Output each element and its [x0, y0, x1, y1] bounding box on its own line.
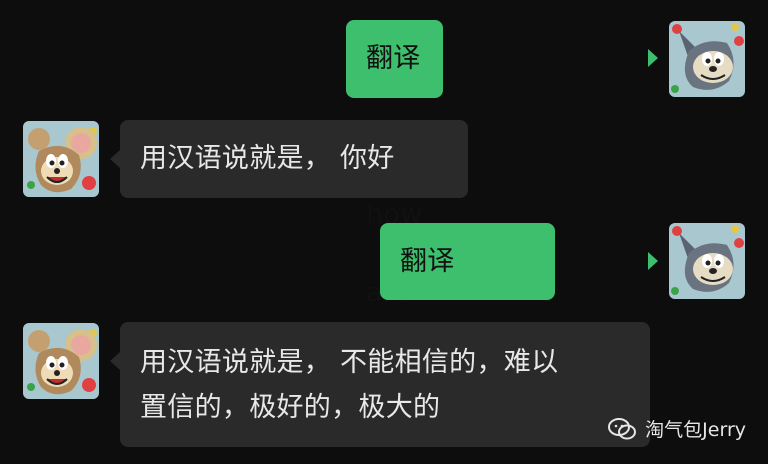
bubble-tail: [110, 150, 120, 168]
message-text: 用汉语说就是， 你好: [140, 143, 395, 174]
command-label: 翻译: [366, 43, 421, 74]
received-message-bubble[interactable]: 用汉语说就是， 不能相信的，难以 置信的，极好的，极大的: [120, 322, 650, 447]
watermark: 淘气包Jerry: [607, 415, 746, 442]
tom-cat-avatar[interactable]: [669, 223, 745, 299]
message-text-line: 置信的，极好的，极大的: [140, 392, 441, 423]
received-message-bubble[interactable]: 用汉语说就是， 你好: [120, 120, 468, 198]
sent-message-bubble[interactable]: 翻译how are you: [346, 20, 443, 386]
bubble-tail: [648, 49, 658, 67]
jerry-mouse-avatar[interactable]: [23, 121, 99, 197]
tom-cat-avatar[interactable]: [669, 21, 745, 97]
watermark-text: 淘气包Jerry: [645, 419, 746, 441]
command-label: 翻译: [400, 246, 455, 277]
message-text-line: 用汉语说就是， 不能相信的，难以: [140, 347, 559, 378]
bubble-tail: [648, 252, 658, 270]
wechat-icon: [608, 417, 637, 439]
bubble-tail: [110, 352, 120, 370]
sent-message-bubble[interactable]: 翻译incredible: [380, 223, 556, 354]
jerry-mouse-avatar[interactable]: [23, 323, 99, 399]
